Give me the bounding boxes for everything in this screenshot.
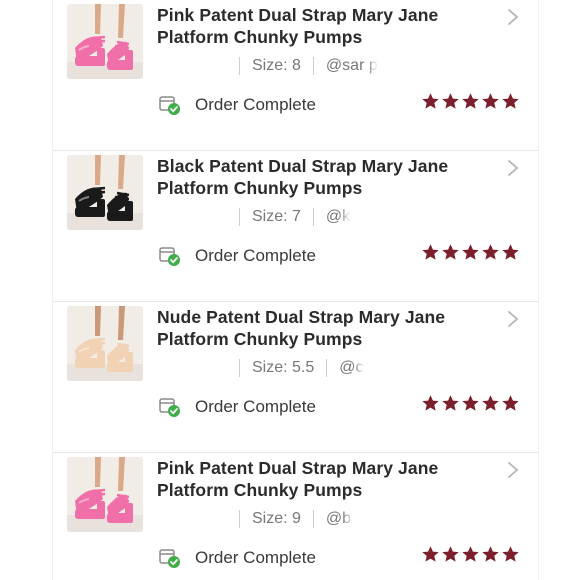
star-icon <box>462 546 479 562</box>
pink-shoe-photo[interactable] <box>67 4 143 79</box>
order-status: Order Complete <box>159 245 316 267</box>
redaction-mask <box>353 506 396 532</box>
buyer-handle[interactable]: @k le <box>326 204 371 230</box>
chevron-right-icon[interactable] <box>506 310 520 328</box>
buyer-handle[interactable]: @sar ph95 <box>326 53 456 79</box>
pink-shoe-photo[interactable] <box>67 457 143 532</box>
star-icon <box>442 395 459 411</box>
order-meta: Size: 5.5 @c ts <box>157 355 416 381</box>
redaction-mask <box>365 355 416 381</box>
rating-stars <box>421 394 520 412</box>
star-icon <box>442 93 459 109</box>
star-icon <box>422 395 439 411</box>
star-icon <box>482 244 499 260</box>
order-status: Order Complete <box>159 396 316 418</box>
star-icon <box>462 244 479 260</box>
divider <box>326 359 328 377</box>
star-icon <box>442 546 459 562</box>
order-meta: Size: 8 @sar ph95 <box>157 53 456 79</box>
star-icon <box>502 244 519 260</box>
title-line-2: Platform Chunky Pumps <box>157 27 363 47</box>
title-line-1: Black Patent Dual Strap Mary Jane <box>157 156 449 176</box>
order-status: Order Complete <box>159 547 316 569</box>
title-line-1: Pink Patent Dual Strap Mary Jane <box>157 458 439 478</box>
listing-title[interactable]: Pink Patent Dual Strap Mary Jane Platfor… <box>157 457 487 501</box>
status-label: Order Complete <box>195 246 316 265</box>
redaction-mask <box>377 53 456 79</box>
rating-stars <box>421 545 520 563</box>
redaction-mask <box>350 204 371 230</box>
title-line-1: Nude Patent Dual Strap Mary Jane <box>157 307 446 327</box>
title-line-2: Platform Chunky Pumps <box>157 178 363 198</box>
buyer-handle[interactable]: @c ts <box>339 355 416 381</box>
rating-stars <box>421 92 520 110</box>
status-label: Order Complete <box>195 95 316 114</box>
star-icon <box>462 395 479 411</box>
star-icon <box>502 93 519 109</box>
black-shoe-photo[interactable] <box>67 155 143 230</box>
listing-title[interactable]: Nude Patent Dual Strap Mary Jane Platfor… <box>157 306 487 350</box>
divider <box>239 359 240 377</box>
divider <box>239 510 240 528</box>
star-icon <box>442 244 459 260</box>
size-label: Size: 7 <box>252 208 301 225</box>
redacted-price <box>157 360 227 376</box>
status-label: Order Complete <box>195 548 316 567</box>
status-label: Order Complete <box>195 397 316 416</box>
order-meta: Size: 9 @b yy <box>157 506 396 532</box>
star-icon <box>422 244 439 260</box>
divider <box>312 510 314 528</box>
redacted-price <box>157 511 227 527</box>
size-label: Size: 8 <box>252 57 301 74</box>
star-icon <box>422 546 439 562</box>
order-complete-icon <box>159 398 180 417</box>
title-line-1: Pink Patent Dual Strap Mary Jane <box>157 5 439 25</box>
divider <box>239 57 240 75</box>
rating-stars <box>421 243 520 261</box>
star-icon <box>502 546 519 562</box>
order-complete-icon <box>159 549 180 568</box>
order-row[interactable]: Pink Patent Dual Strap Mary Jane Platfor… <box>53 0 538 151</box>
star-icon <box>422 93 439 109</box>
listing-title[interactable]: Pink Patent Dual Strap Mary Jane Platfor… <box>157 4 487 48</box>
divider <box>312 208 314 226</box>
chevron-right-icon[interactable] <box>506 159 520 177</box>
star-icon <box>502 395 519 411</box>
star-icon <box>462 93 479 109</box>
star-icon <box>482 395 499 411</box>
order-complete-icon <box>159 96 180 115</box>
divider <box>312 57 314 75</box>
order-complete-icon <box>159 247 180 266</box>
title-line-2: Platform Chunky Pumps <box>157 480 363 500</box>
redacted-price <box>157 209 227 225</box>
divider <box>239 208 240 226</box>
chevron-right-icon[interactable] <box>506 461 520 479</box>
order-row[interactable]: Black Patent Dual Strap Mary Jane Platfo… <box>53 151 538 302</box>
listing-title[interactable]: Black Patent Dual Strap Mary Jane Platfo… <box>157 155 487 199</box>
redacted-price <box>157 58 227 74</box>
star-icon <box>482 546 499 562</box>
order-meta: Size: 7 @k le <box>157 204 371 230</box>
size-label: Size: 5.5 <box>252 359 315 376</box>
chevron-right-icon[interactable] <box>506 8 520 26</box>
nude-shoe-photo[interactable] <box>67 306 143 381</box>
title-line-2: Platform Chunky Pumps <box>157 329 363 349</box>
star-icon <box>482 93 499 109</box>
order-row[interactable]: Pink Patent Dual Strap Mary Jane Platfor… <box>53 453 538 580</box>
buyer-handle[interactable]: @b yy <box>326 506 396 532</box>
order-status: Order Complete <box>159 94 316 116</box>
order-row[interactable]: Nude Patent Dual Strap Mary Jane Platfor… <box>53 302 538 453</box>
size-label: Size: 9 <box>252 510 301 527</box>
